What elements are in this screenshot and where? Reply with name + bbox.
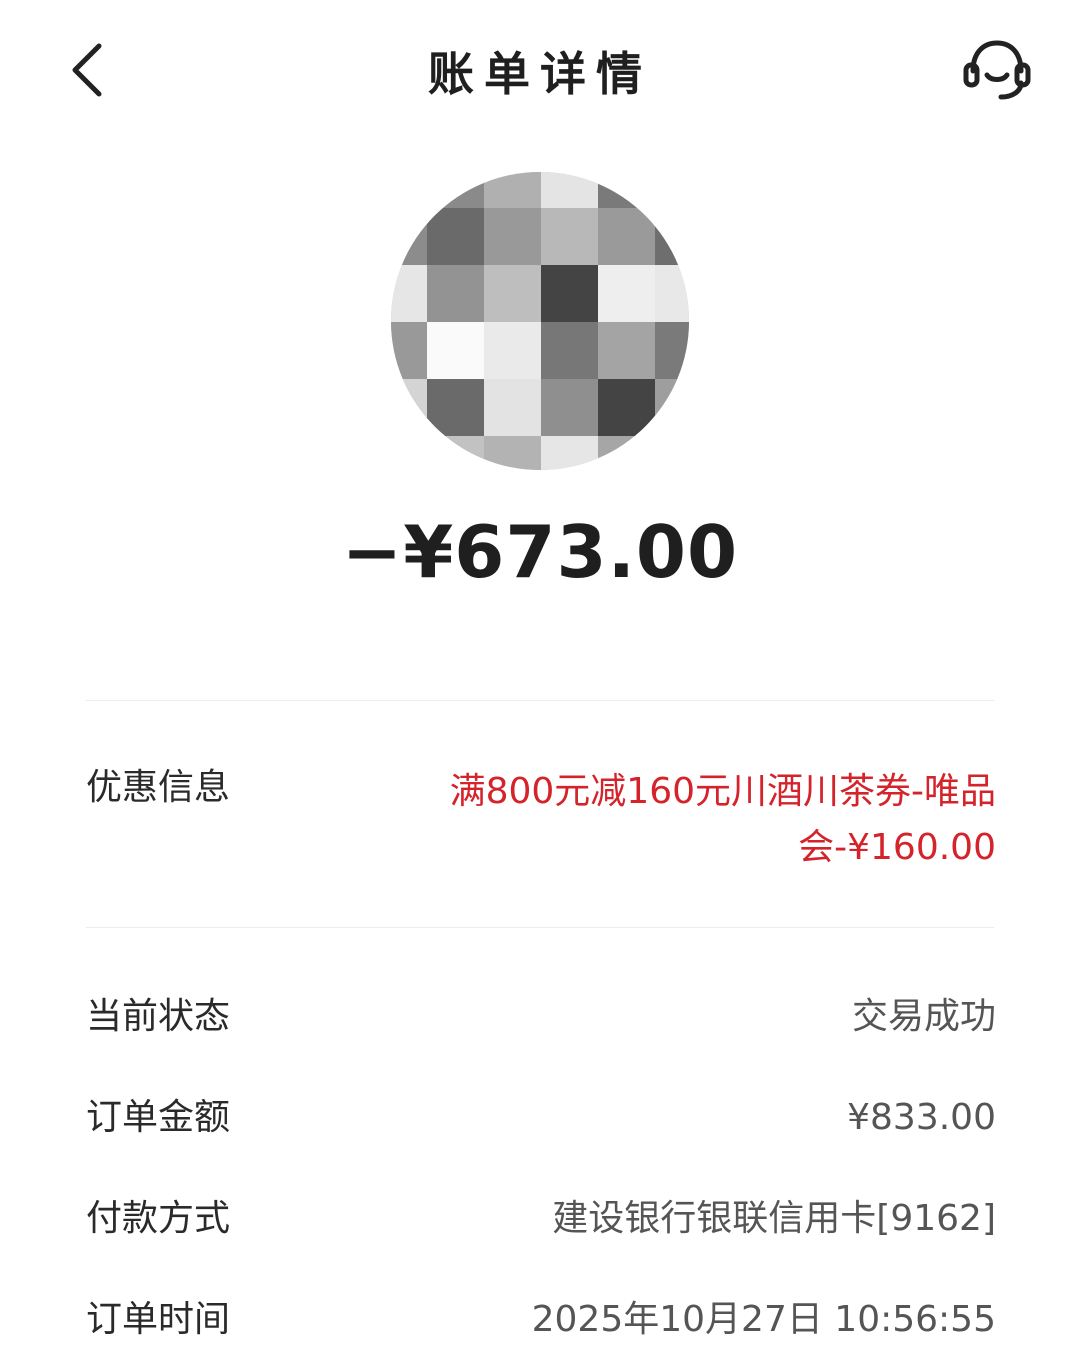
header-bar: 账单详情	[0, 0, 1080, 140]
order-time-label: 订单时间	[86, 1299, 231, 1340]
divider	[86, 927, 994, 928]
status-label: 当前状态	[86, 996, 231, 1037]
discount-value-line2: 会-¥160.00	[798, 827, 996, 868]
customer-service-headset-icon	[963, 40, 1031, 100]
customer-service-button[interactable]	[952, 30, 1042, 110]
order-amount-value: ¥833.00	[847, 1097, 996, 1138]
page-title: 账单详情	[428, 47, 652, 101]
discount-label: 优惠信息	[86, 767, 231, 808]
order-time-value: 2025年10月27日 10:56:55	[531, 1299, 996, 1340]
discount-value-line1: 满800元减160元川酒川茶券-唯品	[449, 771, 996, 812]
order-amount-label: 订单金额	[86, 1097, 231, 1138]
transaction-amount: −¥673.00	[341, 510, 739, 594]
payment-method-value: 建设银行银联信用卡[9162]	[552, 1198, 996, 1239]
merchant-avatar	[391, 172, 689, 470]
discount-value: 满800元减160元川酒川茶券-唯品 会-¥160.00	[396, 764, 996, 876]
status-value: 交易成功	[851, 996, 996, 1037]
divider	[86, 700, 994, 701]
payment-method-label: 付款方式	[86, 1198, 231, 1239]
